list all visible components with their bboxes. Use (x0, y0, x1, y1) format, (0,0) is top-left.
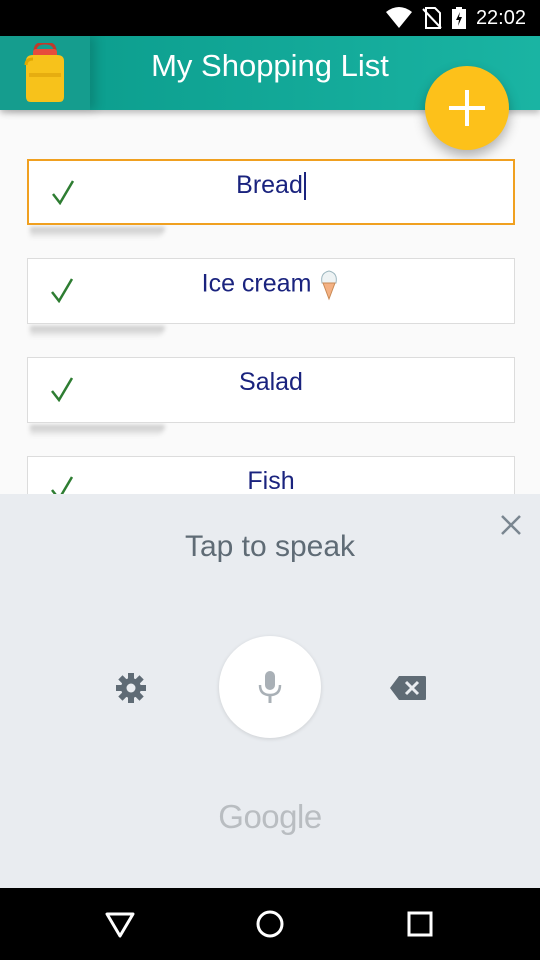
voice-prompt: Tap to speak (184, 530, 356, 563)
status-time: 22:02 (475, 6, 526, 29)
list-item-bread[interactable]: Bread (27, 159, 515, 225)
list-item-ice-cream[interactable]: Ice cream (27, 258, 515, 324)
backspace-icon[interactable] (389, 675, 427, 701)
item-label[interactable]: Salad (28, 368, 514, 397)
gear-icon[interactable] (115, 672, 147, 704)
status-bar: 22:02 (0, 0, 540, 36)
battery-charging-icon (451, 7, 466, 29)
item-label[interactable]: Bread (29, 171, 513, 201)
voice-input-panel: Tap to speak Google (0, 494, 540, 888)
item-label[interactable]: Fish (28, 467, 514, 496)
add-item-button[interactable] (425, 66, 509, 150)
google-logo: Google (218, 798, 322, 835)
home-icon[interactable] (254, 908, 286, 940)
item-shadow (30, 227, 165, 239)
status-icons: 22:02 (385, 0, 526, 36)
text-cursor (303, 172, 306, 201)
navigation-bar (0, 888, 540, 960)
item-shadow (30, 425, 165, 437)
microphone-icon (258, 671, 282, 703)
plus-icon (449, 90, 485, 126)
ice-cream-icon (321, 270, 338, 301)
microphone-button[interactable] (219, 636, 321, 738)
back-icon[interactable] (104, 908, 136, 940)
no-sim-icon (422, 7, 442, 29)
recents-icon[interactable] (404, 908, 436, 940)
item-shadow (30, 326, 165, 338)
item-label[interactable]: Ice cream (28, 269, 514, 301)
wifi-icon (385, 7, 412, 28)
list-item-salad[interactable]: Salad (27, 357, 515, 423)
